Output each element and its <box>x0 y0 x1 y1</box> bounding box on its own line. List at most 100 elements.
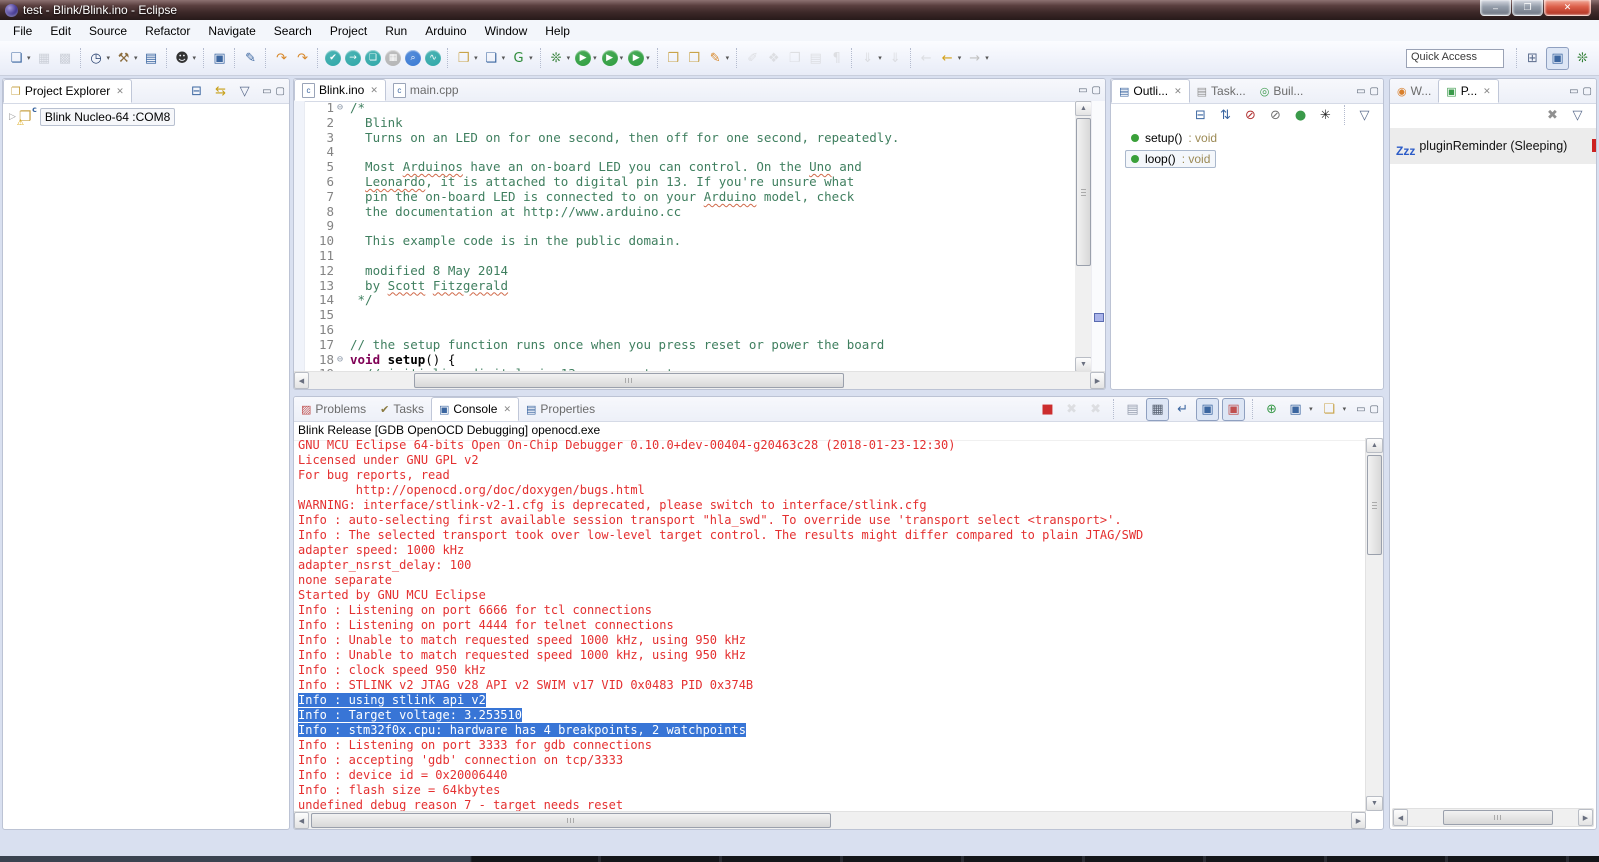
tab-w[interactable]: ◉W... <box>1390 79 1438 103</box>
tab-buil[interactable]: ◎Buil... <box>1253 79 1311 103</box>
minimize-view-icon[interactable]: ▭ <box>1356 86 1365 97</box>
link-with-editor-icon[interactable]: ⇆ <box>210 81 231 102</box>
serial-plotter-icon[interactable]: ∿ <box>425 50 441 66</box>
dropdown-arrow-icon[interactable]: ▾ <box>958 54 962 62</box>
close-icon[interactable]: ✕ <box>1174 86 1182 97</box>
back-icon[interactable]: ← <box>937 48 958 69</box>
upload-sketch-icon[interactable]: ↷ <box>271 48 292 69</box>
program-flash-icon[interactable]: ▤ <box>141 48 162 69</box>
minimize-view-icon[interactable]: ▭ <box>1356 404 1365 415</box>
tab-main-cpp[interactable]: cmain.cpp <box>386 79 466 101</box>
scroll-right-icon[interactable]: ▶ <box>1578 809 1593 826</box>
menu-edit[interactable]: Edit <box>41 22 80 40</box>
user-profile-icon[interactable]: ☻ <box>172 48 193 69</box>
close-icon[interactable]: ✕ <box>116 86 124 97</box>
hide-fields-icon[interactable]: ⊘ <box>1240 105 1261 126</box>
dropdown-arrow-icon[interactable]: ▾ <box>193 54 197 62</box>
dropdown-arrow-icon[interactable]: ▾ <box>27 54 31 62</box>
tab-tasks[interactable]: ✔Tasks <box>373 397 431 421</box>
open-perspective-button[interactable]: ⊞ <box>1522 48 1543 69</box>
clear-icon[interactable]: ✖ <box>1542 105 1563 126</box>
view-menu-icon[interactable]: ▽ <box>1567 105 1588 126</box>
restore-window-button[interactable]: ❐ <box>1512 0 1543 16</box>
close-window-button[interactable]: ✕ <box>1544 0 1591 16</box>
debug-icon[interactable]: ❊ <box>546 48 567 69</box>
tab-blink-ino[interactable]: cBlink.ino✕ <box>294 79 386 101</box>
terminate-icon[interactable]: ■ <box>1037 399 1058 420</box>
fold-marker-icon[interactable]: ⊖ <box>337 101 350 116</box>
maximize-view-icon[interactable]: ▢ <box>1370 404 1379 415</box>
cpp-perspective-button[interactable]: ▣ <box>1546 47 1569 70</box>
scroll-up-icon[interactable]: ▲ <box>1075 101 1092 116</box>
maximize-view-icon[interactable]: ▢ <box>276 86 285 97</box>
debug-remote-target-icon[interactable]: ◷ <box>86 48 107 69</box>
menu-source[interactable]: Source <box>80 22 136 40</box>
dropdown-arrow-icon[interactable]: ▾ <box>502 54 506 62</box>
forward-icon[interactable]: → <box>964 48 985 69</box>
dropdown-arrow-icon[interactable]: ▾ <box>1343 405 1347 413</box>
menu-project[interactable]: Project <box>321 22 376 40</box>
debug-perspective-button[interactable]: ❊ <box>1572 48 1593 69</box>
dropdown-arrow-icon[interactable]: ▾ <box>726 54 730 62</box>
project-tree-item[interactable]: ▷ ❐ c ⚠ Blink Nucleo-64 :COM8 <box>3 104 289 126</box>
pin-editor-icon[interactable]: ✎ <box>240 48 261 69</box>
dropdown-arrow-icon[interactable]: ▾ <box>107 54 111 62</box>
dropdown-arrow-icon[interactable]: ▾ <box>1309 405 1313 413</box>
pin-console-icon[interactable]: ⊕ <box>1261 399 1282 420</box>
run-external-tools-icon[interactable]: ▶ <box>628 50 644 66</box>
scroll-lock-icon[interactable]: ▦ <box>1146 398 1169 421</box>
tab-console[interactable]: ▣Console✕ <box>431 397 519 421</box>
tab-p[interactable]: ▣P...✕ <box>1438 79 1498 103</box>
maximize-view-icon[interactable]: ▢ <box>1092 85 1101 96</box>
scrollbar-thumb[interactable] <box>1076 118 1091 266</box>
collapse-all-icon[interactable]: ⊟ <box>1190 105 1211 126</box>
minimize-view-icon[interactable]: ▭ <box>262 86 271 97</box>
run-history-icon[interactable]: ▶ <box>602 50 618 66</box>
show-on-stderr-icon[interactable]: ▣ <box>1222 398 1245 421</box>
open-resource-icon[interactable]: ❒ <box>684 48 705 69</box>
scroll-left-icon[interactable]: ◀ <box>294 372 309 389</box>
toggle-mark-occurrences-icon[interactable]: ✎ <box>705 48 726 69</box>
dropdown-arrow-icon[interactable]: ▾ <box>593 54 597 62</box>
scroll-down-icon[interactable]: ▼ <box>1075 357 1092 372</box>
hide-non-public-members-icon[interactable]: ● <box>1290 105 1311 126</box>
menu-arduino[interactable]: Arduino <box>416 22 475 40</box>
new-wizard-icon[interactable]: ❏ <box>6 48 27 69</box>
scrollbar-thumb[interactable] <box>414 373 844 388</box>
scrollbar-thumb[interactable] <box>1367 455 1382 555</box>
minimize-window-button[interactable]: – <box>1480 0 1511 16</box>
display-selected-console-icon[interactable]: ▣ <box>1285 399 1306 420</box>
menu-run[interactable]: Run <box>376 22 416 40</box>
console-output[interactable]: GNU MCU Eclipse 64-bits Open On-Chip Deb… <box>294 438 1366 811</box>
hide-inactive-elements-icon[interactable]: ✳ <box>1315 105 1336 126</box>
tab-properties[interactable]: ▤Properties <box>519 397 602 421</box>
new-c-file-icon[interactable]: ❏ <box>481 48 502 69</box>
upload-with-programmer-icon[interactable]: ↷ <box>292 48 313 69</box>
word-wrap-icon[interactable]: ↵ <box>1172 399 1193 420</box>
new-cpp-project-icon[interactable]: ❐ <box>453 48 474 69</box>
menu-navigate[interactable]: Navigate <box>199 22 264 40</box>
dropdown-arrow-icon[interactable]: ▾ <box>567 54 571 62</box>
open-element-icon[interactable]: ❒ <box>663 48 684 69</box>
close-icon[interactable]: ✕ <box>503 404 511 415</box>
minimize-view-icon[interactable]: ▭ <box>1078 85 1087 96</box>
scroll-left-icon[interactable]: ◀ <box>294 812 309 829</box>
expander-icon[interactable]: ▷ <box>9 112 16 122</box>
editor-vertical-scrollbar[interactable]: ▲ ▼ <box>1075 101 1092 372</box>
view-menu-icon[interactable]: ▽ <box>1354 105 1375 126</box>
console-vertical-scrollbar[interactable]: ▲ ▼ <box>1365 438 1383 811</box>
close-icon[interactable]: ✕ <box>370 85 378 96</box>
new-sketch-icon[interactable]: ❏ <box>365 50 381 66</box>
scroll-up-icon[interactable]: ▲ <box>1366 438 1383 453</box>
scroll-right-icon[interactable]: ▶ <box>1351 812 1366 829</box>
dropdown-arrow-icon[interactable]: ▾ <box>985 54 989 62</box>
dropdown-arrow-icon[interactable]: ▾ <box>529 54 533 62</box>
plugin-reminder-item[interactable]: Zzz pluginReminder (Sleeping) <box>1390 128 1596 164</box>
sort-icon[interactable]: ⇅ <box>1215 105 1236 126</box>
scroll-right-icon[interactable]: ▶ <box>1090 372 1105 389</box>
menu-file[interactable]: File <box>4 22 41 40</box>
dropdown-arrow-icon[interactable]: ▾ <box>646 54 650 62</box>
menu-window[interactable]: Window <box>476 22 537 40</box>
dropdown-arrow-icon[interactable]: ▾ <box>474 54 478 62</box>
fold-marker-icon[interactable]: ⊖ <box>337 353 350 368</box>
